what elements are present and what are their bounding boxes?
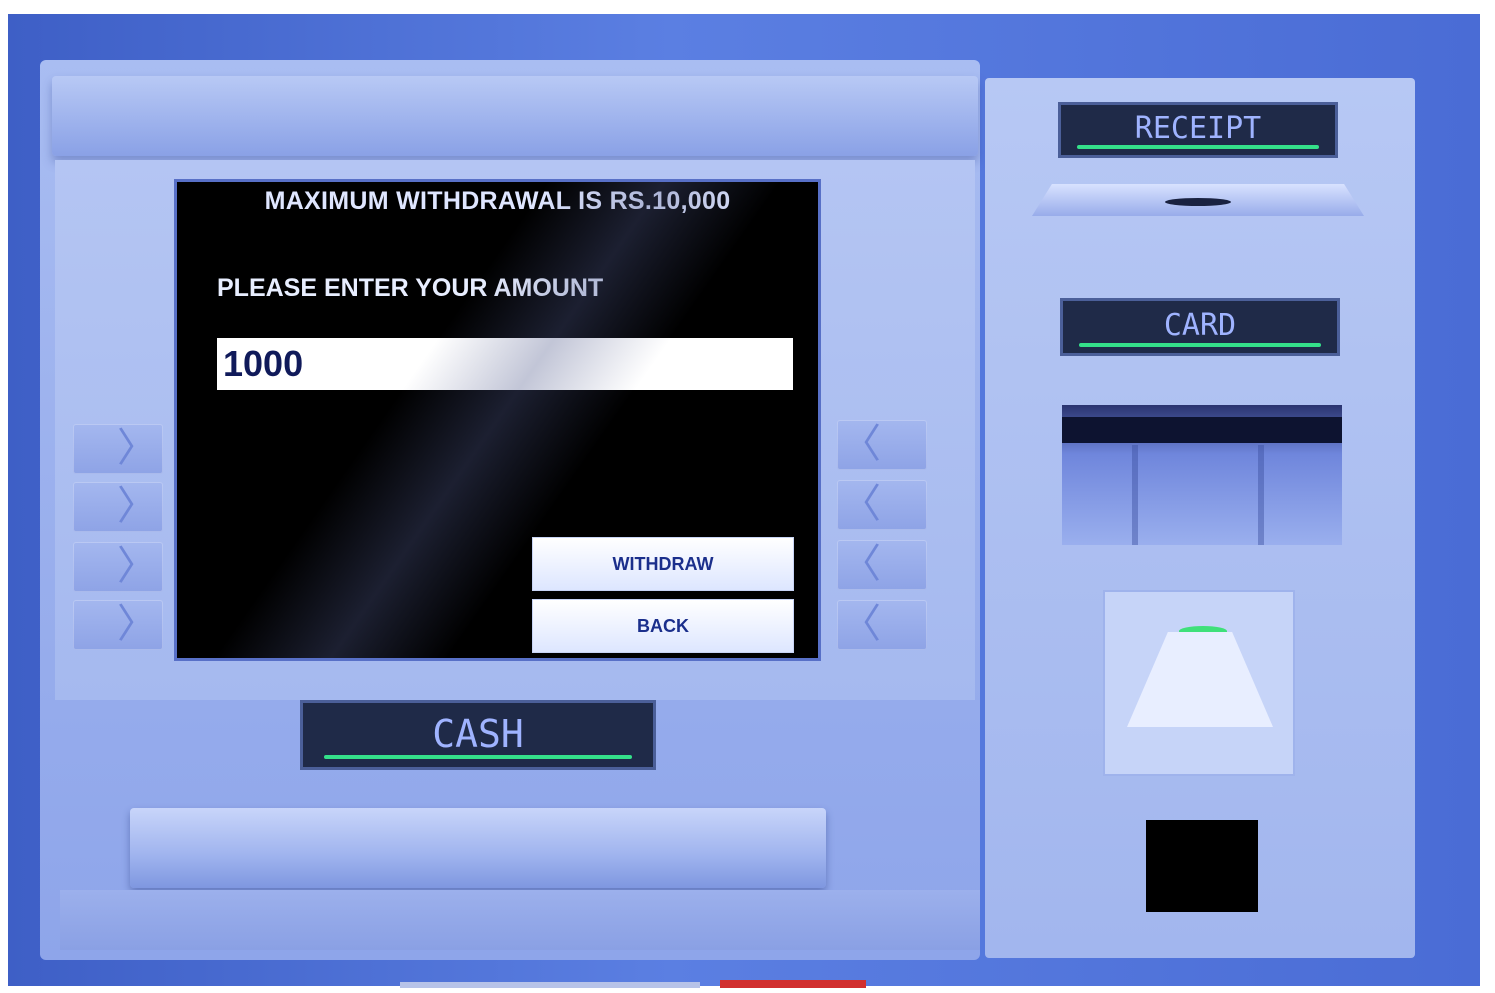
chevron-left-icon: 〈 <box>841 542 881 586</box>
receipt-indicator-light <box>1077 145 1319 149</box>
chevron-left-icon: 〈 <box>841 422 881 466</box>
atm-screen: MAXIMUM WITHDRAWAL IS RS.10,000 PLEASE E… <box>177 182 818 658</box>
pin-pad-shield-icon <box>1127 632 1273 727</box>
card-indicator-light <box>1079 343 1321 347</box>
left-function-key-4[interactable]: 〉 <box>73 600 163 650</box>
right-function-key-3[interactable]: 〈 <box>837 540 927 590</box>
back-button[interactable]: BACK <box>532 599 794 653</box>
atm-top-lip <box>52 76 978 156</box>
left-function-key-2[interactable]: 〉 <box>73 482 163 532</box>
cash-label-plate: CASH <box>300 700 656 770</box>
chevron-right-icon: 〉 <box>117 602 157 646</box>
camera-window <box>1146 820 1258 912</box>
chevron-left-icon: 〈 <box>841 602 881 646</box>
amount-input[interactable] <box>217 338 793 390</box>
bottom-red-trim <box>720 980 866 988</box>
left-function-key-1[interactable]: 〉 <box>73 424 163 474</box>
chevron-right-icon: 〉 <box>117 544 157 588</box>
cash-label: CASH <box>432 712 524 756</box>
receipt-slot[interactable] <box>1032 184 1364 216</box>
amount-prompt: PLEASE ENTER YOUR AMOUNT <box>217 274 604 302</box>
chevron-left-icon: 〈 <box>841 482 881 526</box>
max-withdrawal-notice: MAXIMUM WITHDRAWAL IS RS.10,000 <box>264 187 731 215</box>
card-slot[interactable] <box>1062 405 1342 545</box>
chevron-right-icon: 〉 <box>117 484 157 528</box>
card-slot-rib <box>1132 445 1138 545</box>
right-function-key-2[interactable]: 〈 <box>837 480 927 530</box>
left-function-key-3[interactable]: 〉 <box>73 542 163 592</box>
receipt-slot-opening <box>1164 198 1232 206</box>
atm-ledge <box>60 890 980 950</box>
pin-pad-icon[interactable] <box>1103 590 1295 776</box>
card-slot-rib <box>1258 445 1264 545</box>
cash-indicator-light <box>324 755 632 759</box>
right-function-key-4[interactable]: 〈 <box>837 600 927 650</box>
chevron-right-icon: 〉 <box>117 426 157 470</box>
card-slot-opening <box>1062 417 1342 443</box>
receipt-label: RECEIPT <box>1134 111 1262 146</box>
card-label-plate: CARD <box>1060 298 1340 356</box>
withdraw-button[interactable]: WITHDRAW <box>532 537 794 591</box>
bottom-trim <box>400 982 700 988</box>
card-label: CARD <box>1163 308 1237 343</box>
right-function-key-1[interactable]: 〈 <box>837 420 927 470</box>
receipt-label-plate: RECEIPT <box>1058 102 1338 158</box>
cash-dispenser-slot[interactable] <box>130 808 826 888</box>
